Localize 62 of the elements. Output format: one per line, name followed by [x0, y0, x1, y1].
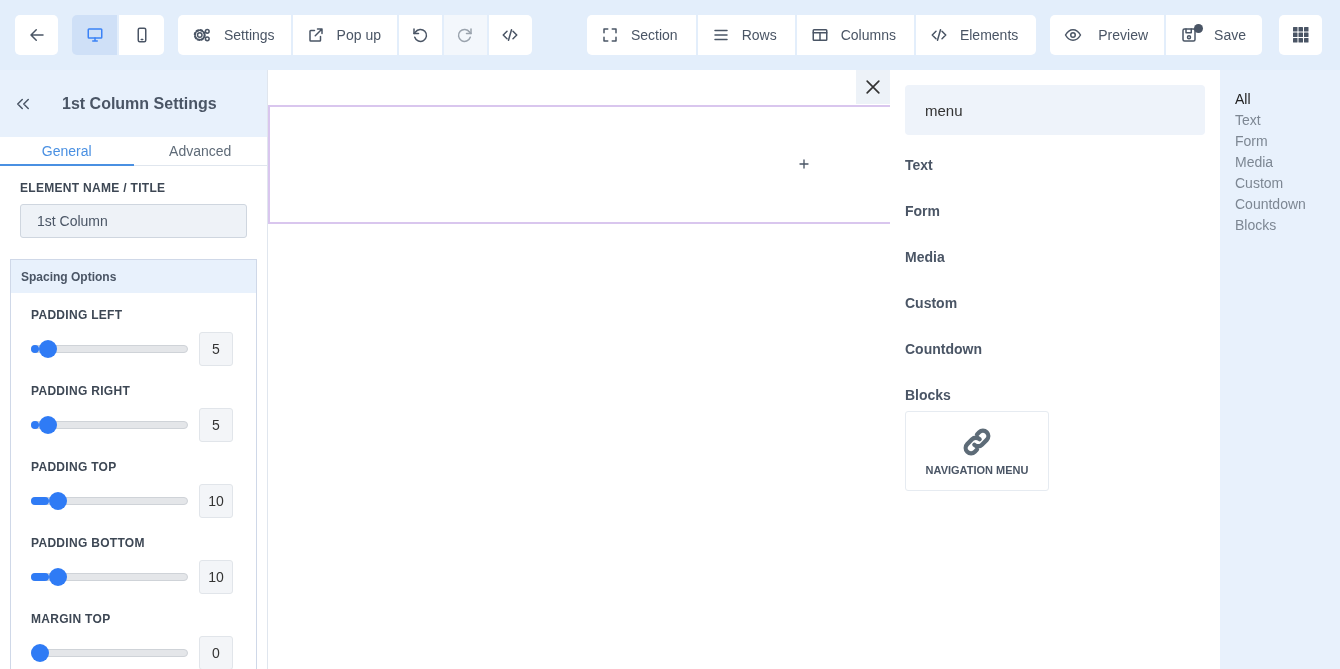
slider-label: PADDING LEFT	[31, 308, 124, 322]
settings-button[interactable]: Settings	[178, 15, 291, 55]
slider-track[interactable]	[31, 644, 188, 662]
close-icon	[863, 77, 883, 97]
preview-button[interactable]: Preview	[1050, 15, 1165, 55]
code-button[interactable]	[488, 15, 532, 55]
back-arrow-icon	[27, 26, 46, 44]
value-field[interactable]: 10	[199, 484, 233, 518]
back-button[interactable]	[15, 15, 58, 55]
slider-track[interactable]	[31, 340, 188, 358]
search-field[interactable]: menu	[905, 85, 1205, 135]
redo-icon	[456, 26, 475, 44]
value-field[interactable]: 5	[199, 408, 233, 442]
undo-button[interactable]	[398, 15, 442, 55]
slider-thumb[interactable]	[39, 340, 58, 358]
category-heading: Blocks	[905, 387, 951, 403]
columns-icon	[810, 26, 829, 44]
panel-title: 1st Column Settings	[62, 94, 217, 113]
category-heading: Text	[905, 157, 933, 173]
gears-icon	[192, 26, 212, 44]
slider-label: PADDING TOP	[31, 460, 118, 474]
slider-thumb[interactable]	[39, 416, 58, 434]
code-icon	[929, 26, 948, 44]
category-filter[interactable]: All	[1235, 89, 1251, 110]
expand-icon	[600, 26, 619, 44]
popup-button[interactable]: Pop up	[292, 15, 397, 55]
slider-label: MARGIN TOP	[31, 612, 112, 626]
value-field[interactable]: 10	[199, 560, 233, 594]
apps-grid-button[interactable]	[1279, 15, 1322, 55]
external-link-icon	[306, 26, 325, 44]
settings-tab[interactable]: Advanced	[133, 137, 267, 166]
slider-thumb[interactable]	[49, 492, 68, 510]
link-icon	[961, 426, 993, 458]
slider-thumb[interactable]	[31, 644, 49, 662]
category-heading: Form	[905, 203, 940, 219]
category-heading: Custom	[905, 295, 958, 311]
field-label: ELEMENT NAME / TITLE	[20, 181, 167, 195]
columns-button[interactable]: Columns	[796, 15, 914, 55]
category-heading: Media	[905, 249, 945, 265]
slider-track[interactable]	[31, 492, 188, 510]
grid-icon	[1292, 27, 1309, 43]
name-input[interactable]: 1st Column	[20, 204, 247, 238]
value-field[interactable]: 5	[199, 332, 233, 366]
slider-label: PADDING RIGHT	[31, 384, 131, 398]
card-title: Spacing Options	[21, 269, 117, 284]
code-icon	[501, 26, 520, 44]
value-field[interactable]: 0	[199, 636, 233, 669]
slider-label: PADDING BOTTOM	[31, 536, 146, 550]
desktop-icon	[85, 26, 104, 44]
eye-icon	[1064, 26, 1083, 44]
rows-button[interactable]: Rows	[697, 15, 795, 55]
slider-thumb[interactable]	[49, 568, 68, 586]
close-button[interactable]	[856, 70, 890, 104]
element-card[interactable]: NAVIGATION MENU	[905, 411, 1049, 491]
elements-button[interactable]: Elements	[915, 15, 1037, 55]
mobile-view-button[interactable]	[119, 15, 164, 55]
slider-track[interactable]	[31, 568, 188, 586]
undo-icon	[411, 26, 430, 44]
category-heading: Countdown	[905, 341, 982, 357]
section-button[interactable]: Section	[586, 15, 696, 55]
slider-track[interactable]	[31, 416, 188, 434]
save-button[interactable]: Save	[1166, 15, 1262, 55]
